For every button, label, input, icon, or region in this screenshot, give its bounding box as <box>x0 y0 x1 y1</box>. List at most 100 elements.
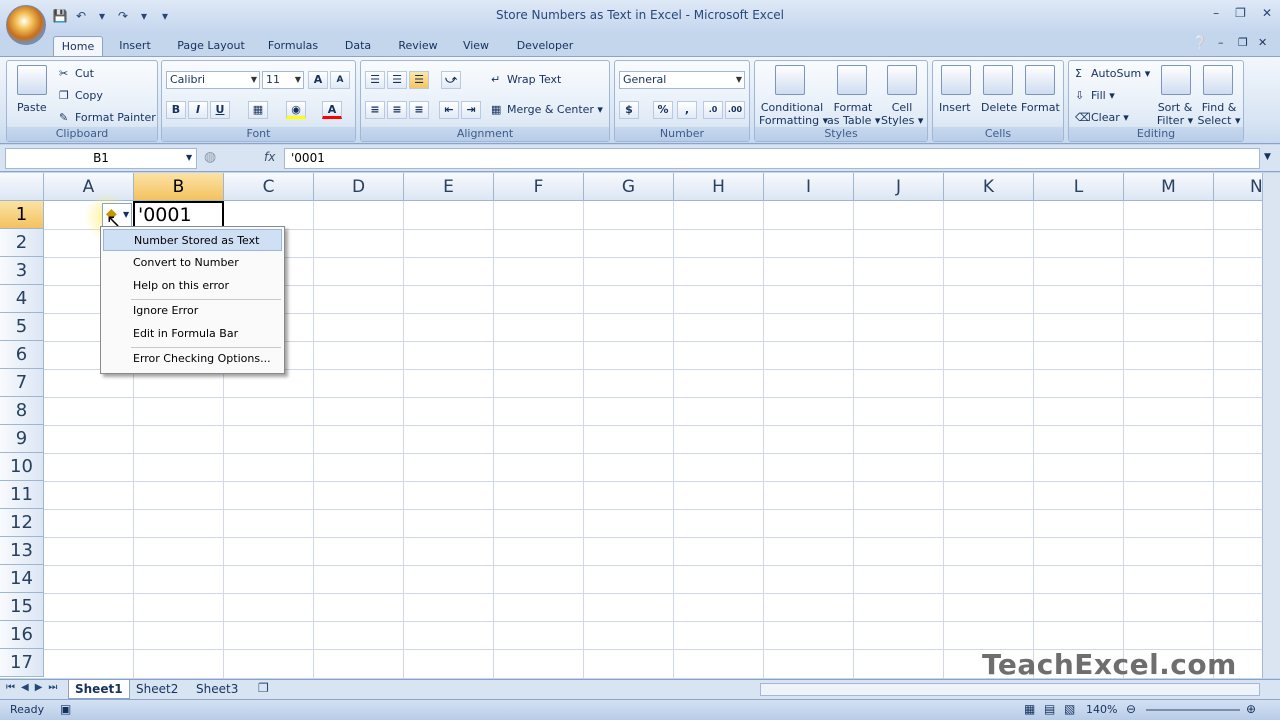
paste-icon[interactable] <box>17 65 47 95</box>
sheet-tab-1[interactable]: Sheet1 <box>68 680 130 699</box>
row-header-6[interactable]: 6 <box>0 341 44 369</box>
name-box-dropdown-icon[interactable]: ▼ <box>186 153 192 162</box>
minimize-icon[interactable]: – <box>1213 6 1219 20</box>
row-header-9[interactable]: 9 <box>0 425 44 453</box>
formula-input[interactable]: '0001 <box>284 148 1260 169</box>
tab-insert[interactable]: Insert <box>112 36 158 56</box>
row-header-3[interactable]: 3 <box>0 257 44 285</box>
formula-options-icon[interactable]: ◍ <box>204 149 216 165</box>
menu-item-ignore-error[interactable]: Ignore Error <box>103 300 282 322</box>
grow-font-icon[interactable]: A <box>308 71 328 89</box>
increase-indent-icon[interactable]: ⇥ <box>461 101 481 119</box>
row-header-10[interactable]: 10 <box>0 453 44 481</box>
row-header-16[interactable]: 16 <box>0 621 44 649</box>
expand-formula-bar-icon[interactable]: ▼ <box>1264 152 1271 162</box>
column-header-k[interactable]: K <box>944 173 1034 201</box>
currency-icon[interactable]: $ <box>619 101 639 119</box>
zoom-in-icon[interactable]: ⊕ <box>1246 702 1256 716</box>
menu-item-convert-to-number[interactable]: Convert to Number <box>103 252 282 274</box>
font-color-icon[interactable]: A <box>322 101 342 119</box>
row-header-11[interactable]: 11 <box>0 481 44 509</box>
sort-filter-icon[interactable] <box>1161 65 1191 95</box>
italic-icon[interactable]: I <box>188 101 208 119</box>
column-header-i[interactable]: I <box>764 173 854 201</box>
row-header-13[interactable]: 13 <box>0 537 44 565</box>
row-header-1[interactable]: 1 <box>0 201 44 229</box>
row-header-4[interactable]: 4 <box>0 285 44 313</box>
underline-icon[interactable]: U <box>210 101 230 119</box>
align-center-icon[interactable]: ≡ <box>387 101 407 119</box>
decrease-decimal-icon[interactable]: .00 <box>725 101 745 119</box>
menu-item-error-checking-options[interactable]: Error Checking Options... <box>103 348 282 370</box>
cell-styles-icon[interactable] <box>887 65 917 95</box>
column-header-f[interactable]: F <box>494 173 584 201</box>
conditional-formatting-button[interactable]: Conditional Formatting ▾ <box>759 101 828 127</box>
column-header-e[interactable]: E <box>404 173 494 201</box>
sheet-tab-2[interactable]: Sheet2 <box>130 680 184 699</box>
font-size-combo[interactable]: 11 ▼ <box>262 71 304 89</box>
page-break-view-icon[interactable]: ▧ <box>1064 702 1075 716</box>
menu-item-edit-in-formula-bar[interactable]: Edit in Formula Bar <box>103 323 282 345</box>
column-header-c[interactable]: C <box>224 173 314 201</box>
format-cells-button[interactable]: Format <box>1021 101 1060 114</box>
column-header-m[interactable]: M <box>1124 173 1214 201</box>
column-header-j[interactable]: J <box>854 173 944 201</box>
ribbon-close-icon[interactable]: ✕ <box>1258 36 1267 49</box>
fill-color-icon[interactable]: ◉ <box>286 101 306 119</box>
column-header-l[interactable]: L <box>1034 173 1124 201</box>
office-button[interactable] <box>6 5 46 45</box>
tab-home[interactable]: Home <box>53 36 103 56</box>
delete-cells-button[interactable]: Delete <box>981 101 1017 114</box>
row-header-17[interactable]: 17 <box>0 649 44 677</box>
name-box[interactable]: B1 <box>5 148 197 169</box>
format-painter-button[interactable]: ✎ Format Painter <box>59 111 156 125</box>
align-top-icon[interactable]: ☰ <box>365 71 385 89</box>
column-header-h[interactable]: H <box>674 173 764 201</box>
column-header-b[interactable]: B <box>134 173 224 201</box>
autosum-button[interactable]: Σ AutoSum ▾ <box>1075 67 1150 81</box>
horizontal-scrollbar[interactable] <box>760 683 1260 696</box>
tab-review[interactable]: Review <box>392 36 444 56</box>
vertical-scrollbar[interactable] <box>1262 173 1280 678</box>
insert-sheet-icon[interactable]: ❐ <box>258 681 269 695</box>
cut-button[interactable]: ✂ Cut <box>59 67 94 81</box>
zoom-slider[interactable] <box>1146 709 1240 711</box>
delete-cells-icon[interactable] <box>983 65 1013 95</box>
ribbon-restore-icon[interactable]: ❐ <box>1238 36 1248 49</box>
format-cells-icon[interactable] <box>1025 65 1055 95</box>
column-header-d[interactable]: D <box>314 173 404 201</box>
bold-icon[interactable]: B <box>166 101 186 119</box>
decrease-indent-icon[interactable]: ⇤ <box>439 101 459 119</box>
align-left-icon[interactable]: ≡ <box>365 101 385 119</box>
comma-icon[interactable]: , <box>677 101 697 119</box>
row-header-14[interactable]: 14 <box>0 565 44 593</box>
row-header-2[interactable]: 2 <box>0 229 44 257</box>
format-as-table-button[interactable]: Format as Table ▾ <box>827 101 880 127</box>
select-all-corner[interactable] <box>0 173 44 201</box>
page-layout-view-icon[interactable]: ▤ <box>1044 702 1055 716</box>
conditional-formatting-icon[interactable] <box>775 65 805 95</box>
row-header-7[interactable]: 7 <box>0 369 44 397</box>
zoom-level[interactable]: 140% <box>1086 703 1117 716</box>
restore-icon[interactable]: ❐ <box>1235 6 1246 20</box>
clear-button[interactable]: ⌫Clear ▾ <box>1075 111 1129 125</box>
cell-styles-button[interactable]: Cell Styles ▾ <box>881 101 923 127</box>
close-icon[interactable]: ✕ <box>1262 6 1272 20</box>
percent-icon[interactable]: % <box>653 101 673 119</box>
wrap-text-button[interactable]: ↵ Wrap Text <box>491 73 561 87</box>
fill-button[interactable]: ⇩ Fill ▾ <box>1075 89 1115 103</box>
copy-button[interactable]: ❐ Copy <box>59 89 103 103</box>
font-name-combo[interactable]: Calibri ▼ <box>166 71 260 89</box>
tab-view[interactable]: View <box>456 36 496 56</box>
shrink-font-icon[interactable]: A <box>330 71 350 89</box>
sort-filter-button[interactable]: Sort & Filter ▾ <box>1155 101 1195 127</box>
row-header-15[interactable]: 15 <box>0 593 44 621</box>
insert-cells-icon[interactable] <box>941 65 971 95</box>
tab-data[interactable]: Data <box>337 36 379 56</box>
ribbon-minimize-icon[interactable]: – <box>1218 36 1224 49</box>
tab-developer[interactable]: Developer <box>510 36 580 56</box>
increase-decimal-icon[interactable]: .0 <box>703 101 723 119</box>
align-right-icon[interactable]: ≡ <box>409 101 429 119</box>
insert-function-icon[interactable]: fx <box>264 150 275 164</box>
tab-page-layout[interactable]: Page Layout <box>172 36 250 56</box>
